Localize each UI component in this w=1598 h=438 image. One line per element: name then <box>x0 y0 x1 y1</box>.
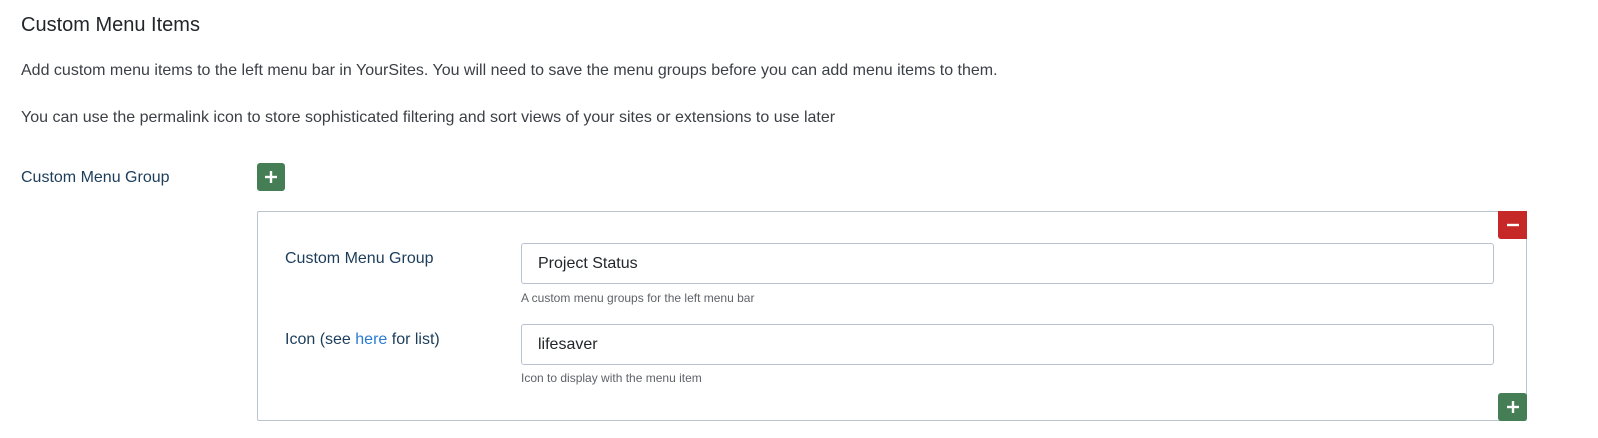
icon-label-suffix: for list) <box>387 331 440 348</box>
group-name-input[interactable] <box>521 243 1494 284</box>
custom-menu-group-label: Custom Menu Group <box>21 169 170 186</box>
remove-menu-group-button[interactable] <box>1498 211 1527 239</box>
icon-list-link[interactable]: here <box>355 331 387 348</box>
permalink-description: You can use the permalink icon to store … <box>21 109 836 126</box>
plus-icon <box>1506 401 1519 413</box>
icon-label-prefix: Icon (see <box>285 331 356 348</box>
group-name-label: Custom Menu Group <box>285 250 434 267</box>
section-title: Custom Menu Items <box>21 14 200 36</box>
section-description: Add custom menu items to the left menu b… <box>21 62 998 79</box>
minus-icon <box>1506 223 1519 227</box>
icon-field-label: Icon (see here for list) <box>285 331 440 349</box>
icon-help: Icon to display with the menu item <box>521 371 702 385</box>
icon-input[interactable] <box>521 324 1494 365</box>
plus-icon <box>265 171 277 183</box>
add-menu-group-button[interactable] <box>257 163 285 191</box>
custom-menu-items-page: Custom Menu Items Add custom menu items … <box>0 0 1598 438</box>
group-name-help: A custom menu groups for the left menu b… <box>521 291 755 305</box>
add-menu-group-after-button[interactable] <box>1498 393 1527 421</box>
